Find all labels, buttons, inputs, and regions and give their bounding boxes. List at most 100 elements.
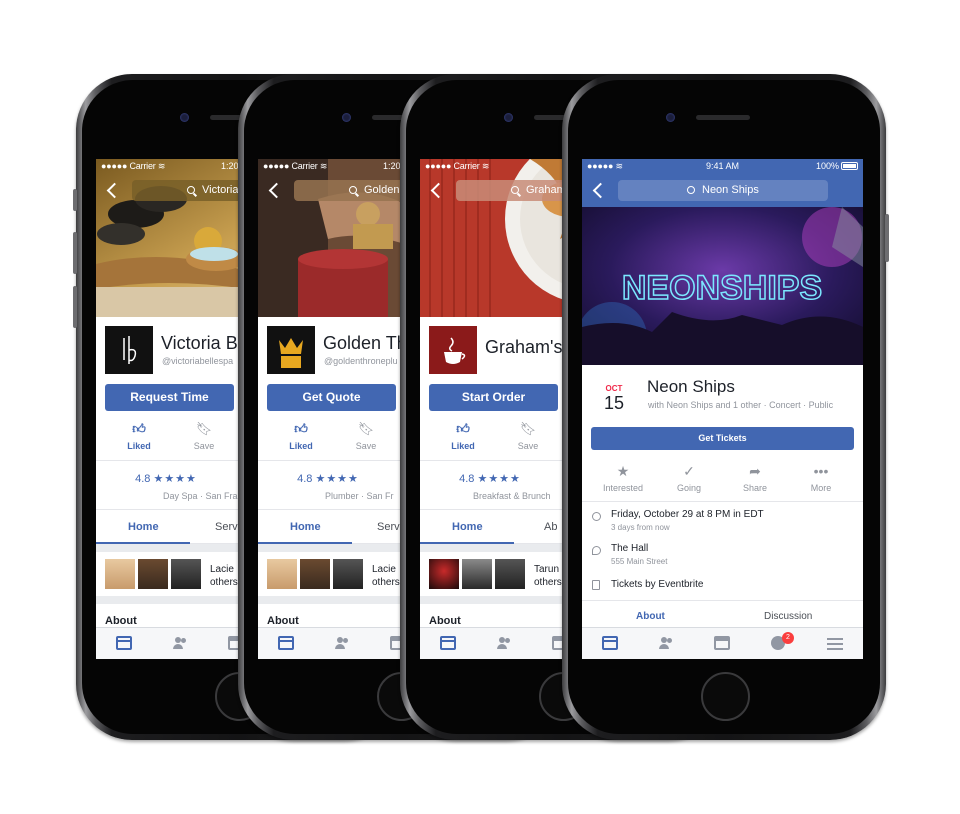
earpiece-speaker	[696, 115, 750, 120]
avatar[interactable]	[300, 559, 330, 589]
back-icon[interactable]	[592, 180, 606, 200]
event-venue[interactable]: The Hall 555 Main Street	[611, 543, 667, 566]
search-icon	[511, 186, 519, 194]
like-button[interactable]: 👍︎ Liked	[109, 421, 169, 451]
friends-icon[interactable]	[658, 636, 674, 650]
page-category: Plumber · San Fr	[325, 491, 394, 501]
like-label: Liked	[127, 441, 151, 451]
search-field[interactable]: Neon Ships	[618, 180, 828, 201]
search-text: Neon Ships	[702, 184, 759, 196]
event-tickets-link[interactable]: Tickets by Eventbrite	[611, 579, 703, 590]
friends-text: Tarun others	[534, 564, 562, 588]
about-heading: About	[267, 615, 299, 627]
news-feed-icon[interactable]	[278, 636, 294, 650]
rating-stars: ★★★★	[153, 473, 197, 485]
home-button[interactable]	[701, 672, 750, 721]
rating-value: 4.8	[459, 473, 475, 485]
bookmark-icon: 🔖︎	[357, 421, 375, 436]
start-order-button[interactable]: Start Order	[429, 384, 558, 411]
rating-value: 4.8	[135, 473, 151, 485]
thumbs-up-icon: 👍︎	[132, 421, 146, 436]
tab-about[interactable]: About	[636, 611, 665, 622]
avatar[interactable]	[267, 559, 297, 589]
news-feed-icon[interactable]	[440, 636, 456, 650]
tab-home[interactable]: Home	[128, 521, 159, 533]
tab-services[interactable]: Serv	[377, 521, 400, 533]
bookmark-icon: 🔖︎	[519, 421, 537, 436]
avatar[interactable]	[171, 559, 201, 589]
news-feed-icon[interactable]	[602, 636, 618, 650]
more-icon: •••	[813, 463, 829, 479]
page-logo	[429, 326, 477, 374]
event-subtitle: with Neon Ships and 1 other · Concert · …	[648, 400, 834, 410]
search-icon	[687, 186, 695, 194]
avatar[interactable]	[462, 559, 492, 589]
check-icon: ✓	[683, 463, 695, 479]
get-tickets-button[interactable]: Get Tickets	[591, 427, 854, 450]
thumbs-up-icon: 👍︎	[456, 421, 470, 436]
back-icon[interactable]	[430, 180, 444, 200]
tab-services[interactable]: Serv	[215, 521, 238, 533]
avatar[interactable]	[138, 559, 168, 589]
status-bar: ●●●●● ≋ 9:41 AM 100%	[582, 159, 863, 174]
event-actions: ★ Interested ✓ Going ➦ Share ••• More	[582, 457, 863, 502]
rating: 4.8 ★★★★	[96, 472, 236, 485]
save-label: Save	[355, 441, 377, 451]
event-cover-photo: NEONSHIPS	[582, 207, 863, 365]
about-heading: About	[429, 615, 461, 627]
location-pin-icon	[592, 546, 601, 555]
battery-text: 100%	[816, 161, 858, 171]
event-datetime: Friday, October 29 at 8 PM in EDT 3 days …	[611, 509, 764, 532]
back-icon[interactable]	[106, 180, 120, 200]
save-label: Save	[517, 441, 539, 451]
rating: 4.8 ★★★★	[420, 472, 560, 485]
page-logo	[267, 326, 315, 374]
search-icon	[349, 186, 357, 194]
marketing-stage: ●●●●● Carrier ≋ 1:20 Victoria Be Victori…	[0, 0, 960, 814]
save-button[interactable]: 🔖︎ Save	[498, 421, 558, 451]
clock-text: 1:20	[221, 161, 239, 171]
save-button[interactable]: 🔖︎ Save	[174, 421, 234, 451]
friends-icon[interactable]	[496, 636, 512, 650]
avatar[interactable]	[333, 559, 363, 589]
like-button[interactable]: 👍︎ Liked	[271, 421, 331, 451]
avatar[interactable]	[429, 559, 459, 589]
page-name: Victoria Be	[161, 333, 248, 353]
menu-icon[interactable]	[827, 636, 843, 650]
front-camera	[342, 113, 351, 122]
tab-home[interactable]: Home	[290, 521, 321, 533]
like-button[interactable]: 👍︎ Liked	[433, 421, 493, 451]
save-button[interactable]: 🔖︎ Save	[336, 421, 396, 451]
going-button[interactable]: ✓ Going	[656, 462, 722, 493]
carrier-text: ●●●●● Carrier ≋	[425, 161, 490, 171]
tab-discussion[interactable]: Discussion	[764, 611, 812, 622]
interested-button[interactable]: ★ Interested	[590, 462, 656, 493]
event-tabs: About Discussion	[582, 600, 863, 626]
avatar[interactable]	[105, 559, 135, 589]
tab-home[interactable]: Home	[452, 521, 483, 533]
news-feed-icon[interactable]	[116, 636, 132, 650]
page-category: Day Spa · San Fra	[163, 491, 238, 501]
page-handle: @victoriabellespa	[162, 356, 234, 366]
tab-about[interactable]: Ab	[544, 521, 557, 533]
event-cover-text: NEONSHIPS	[622, 269, 822, 307]
friends-icon[interactable]	[172, 636, 188, 650]
event-date-box: OCT 15	[596, 384, 632, 413]
bookmark-icon: 🔖︎	[195, 421, 213, 436]
about-heading: About	[105, 615, 137, 627]
get-quote-button[interactable]: Get Quote	[267, 384, 396, 411]
avatar[interactable]	[495, 559, 525, 589]
more-button[interactable]: ••• More	[788, 462, 854, 493]
request-time-button[interactable]: Request Time	[105, 384, 234, 411]
event-day: 15	[603, 393, 625, 413]
share-button[interactable]: ➦ Share	[722, 462, 788, 493]
battery-icon	[841, 162, 858, 170]
search-icon	[187, 186, 195, 194]
friends-icon[interactable]	[334, 636, 350, 650]
rating-stars: ★★★★	[315, 473, 359, 485]
like-label: Liked	[451, 441, 475, 451]
marketplace-icon[interactable]	[714, 636, 730, 650]
page-category: Breakfast & Brunch	[473, 491, 551, 501]
back-icon[interactable]	[268, 180, 282, 200]
like-label: Liked	[289, 441, 313, 451]
